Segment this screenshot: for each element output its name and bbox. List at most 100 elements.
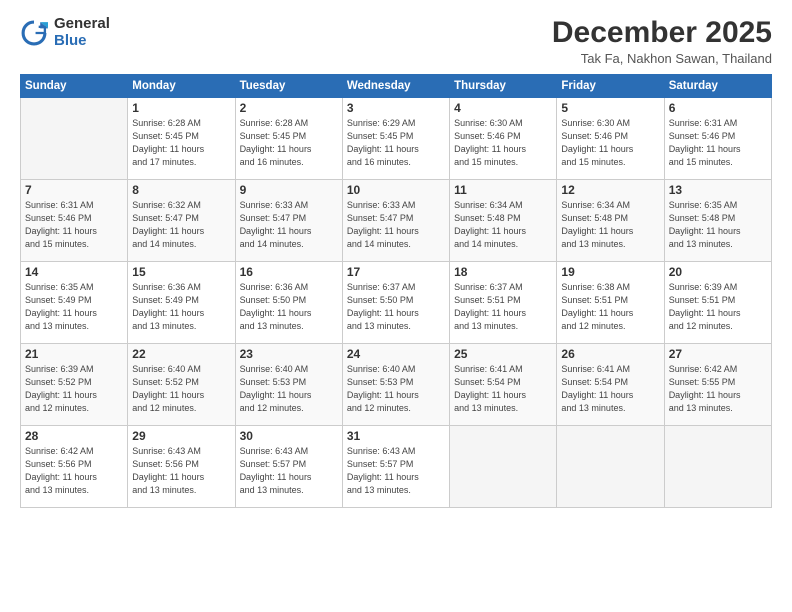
weekday-header-saturday: Saturday [664,75,771,98]
calendar-cell: 12 Sunrise: 6:34 AMSunset: 5:48 PMDayligh… [557,180,664,262]
calendar-cell: 19 Sunrise: 6:38 AMSunset: 5:51 PMDayligh… [557,262,664,344]
subtitle: Tak Fa, Nakhon Sawan, Thailand [552,51,772,66]
day-number: 7 [25,183,123,197]
calendar-cell: 26Sunrise: 6:41 AMSunset: 5:54 PMDayligh… [557,344,664,426]
day-number: 8 [132,183,230,197]
calendar-cell: 31 Sunrise: 6:43 AMSunset: 5:57 PMDayligh… [342,426,449,508]
day-detail: Sunrise: 6:34 AMSunset: 5:48 PMDaylight:… [561,199,659,251]
calendar-cell: 25 Sunrise: 6:41 AMSunset: 5:54 PMDayligh… [450,344,557,426]
calendar-cell: 6Sunrise: 6:31 AMSunset: 5:46 PMDaylight… [664,98,771,180]
day-detail: Sunrise: 6:40 AMSunset: 5:53 PMDaylight:… [347,363,445,415]
day-number: 15 [132,265,230,279]
day-detail: Sunrise: 6:35 AMSunset: 5:49 PMDaylight:… [25,281,123,333]
calendar-cell [664,426,771,508]
day-number: 11 [454,183,552,197]
calendar-cell [21,98,128,180]
day-number: 17 [347,265,445,279]
day-number: 2 [240,101,338,115]
day-number: 23 [240,347,338,361]
weekday-header-tuesday: Tuesday [235,75,342,98]
day-number: 1 [132,101,230,115]
day-number: 30 [240,429,338,443]
calendar-cell: 9 Sunrise: 6:33 AMSunset: 5:47 PMDaylight… [235,180,342,262]
day-detail: Sunrise: 6:37 AMSunset: 5:50 PMDaylight:… [347,281,445,333]
calendar-cell: 23 Sunrise: 6:40 AMSunset: 5:53 PMDayligh… [235,344,342,426]
day-number: 20 [669,265,767,279]
weekday-header-sunday: Sunday [21,75,128,98]
day-detail: Sunrise: 6:36 AMSunset: 5:50 PMDaylight:… [240,281,338,333]
weekday-header-wednesday: Wednesday [342,75,449,98]
month-title: December 2025 [552,16,772,49]
title-block: December 2025 Tak Fa, Nakhon Sawan, Thai… [552,16,772,66]
day-detail: Sunrise: 6:28 AMSunset: 5:45 PMDaylight:… [132,117,230,169]
calendar-cell [450,426,557,508]
calendar-cell: 18Sunrise: 6:37 AMSunset: 5:51 PMDayligh… [450,262,557,344]
day-detail: Sunrise: 6:29 AMSunset: 5:45 PMDaylight:… [347,117,445,169]
day-number: 21 [25,347,123,361]
day-detail: Sunrise: 6:31 AMSunset: 5:46 PMDaylight:… [669,117,767,169]
logo-general: General [54,16,110,33]
calendar-week-row: 14 Sunrise: 6:35 AMSunset: 5:49 PMDayligh… [21,262,772,344]
day-number: 29 [132,429,230,443]
weekday-header-friday: Friday [557,75,664,98]
day-detail: Sunrise: 6:38 AMSunset: 5:51 PMDaylight:… [561,281,659,333]
day-number: 10 [347,183,445,197]
day-detail: Sunrise: 6:42 AMSunset: 5:56 PMDaylight:… [25,445,123,497]
day-number: 9 [240,183,338,197]
day-number: 25 [454,347,552,361]
day-number: 22 [132,347,230,361]
calendar-table: SundayMondayTuesdayWednesdayThursdayFrid… [20,74,772,508]
logo-text: General Blue [54,16,110,49]
calendar-cell: 11 Sunrise: 6:34 AMSunset: 5:48 PMDayligh… [450,180,557,262]
day-detail: Sunrise: 6:43 AMSunset: 5:56 PMDaylight:… [132,445,230,497]
calendar-cell: 5Sunrise: 6:30 AMSunset: 5:46 PMDaylight… [557,98,664,180]
day-detail: Sunrise: 6:43 AMSunset: 5:57 PMDaylight:… [347,445,445,497]
day-detail: Sunrise: 6:37 AMSunset: 5:51 PMDaylight:… [454,281,552,333]
calendar-cell: 28 Sunrise: 6:42 AMSunset: 5:56 PMDayligh… [21,426,128,508]
weekday-header-row: SundayMondayTuesdayWednesdayThursdayFrid… [21,75,772,98]
calendar-cell: 15 Sunrise: 6:36 AMSunset: 5:49 PMDayligh… [128,262,235,344]
day-detail: Sunrise: 6:33 AMSunset: 5:47 PMDaylight:… [347,199,445,251]
day-number: 5 [561,101,659,115]
day-number: 3 [347,101,445,115]
calendar-cell: 14 Sunrise: 6:35 AMSunset: 5:49 PMDayligh… [21,262,128,344]
header: General Blue December 2025 Tak Fa, Nakho… [20,16,772,66]
calendar-cell: 22Sunrise: 6:40 AMSunset: 5:52 PMDayligh… [128,344,235,426]
calendar-week-row: 1 Sunrise: 6:28 AMSunset: 5:45 PMDaylight… [21,98,772,180]
day-detail: Sunrise: 6:34 AMSunset: 5:48 PMDaylight:… [454,199,552,251]
day-number: 26 [561,347,659,361]
calendar-cell [557,426,664,508]
calendar-cell: 1 Sunrise: 6:28 AMSunset: 5:45 PMDaylight… [128,98,235,180]
day-detail: Sunrise: 6:36 AMSunset: 5:49 PMDaylight:… [132,281,230,333]
calendar-cell: 27Sunrise: 6:42 AMSunset: 5:55 PMDayligh… [664,344,771,426]
day-detail: Sunrise: 6:33 AMSunset: 5:47 PMDaylight:… [240,199,338,251]
calendar-cell: 8 Sunrise: 6:32 AMSunset: 5:47 PMDaylight… [128,180,235,262]
day-number: 19 [561,265,659,279]
calendar-cell: 3 Sunrise: 6:29 AMSunset: 5:45 PMDaylight… [342,98,449,180]
day-number: 13 [669,183,767,197]
day-detail: Sunrise: 6:43 AMSunset: 5:57 PMDaylight:… [240,445,338,497]
day-number: 4 [454,101,552,115]
calendar-cell: 21 Sunrise: 6:39 AMSunset: 5:52 PMDayligh… [21,344,128,426]
logo-icon [20,19,48,47]
day-detail: Sunrise: 6:32 AMSunset: 5:47 PMDaylight:… [132,199,230,251]
day-detail: Sunrise: 6:41 AMSunset: 5:54 PMDaylight:… [454,363,552,415]
day-number: 14 [25,265,123,279]
calendar-cell: 4 Sunrise: 6:30 AMSunset: 5:46 PMDaylight… [450,98,557,180]
day-detail: Sunrise: 6:28 AMSunset: 5:45 PMDaylight:… [240,117,338,169]
day-number: 31 [347,429,445,443]
day-number: 24 [347,347,445,361]
calendar-cell: 24 Sunrise: 6:40 AMSunset: 5:53 PMDayligh… [342,344,449,426]
calendar-week-row: 21 Sunrise: 6:39 AMSunset: 5:52 PMDayligh… [21,344,772,426]
day-number: 12 [561,183,659,197]
day-detail: Sunrise: 6:30 AMSunset: 5:46 PMDaylight:… [454,117,552,169]
day-detail: Sunrise: 6:35 AMSunset: 5:48 PMDaylight:… [669,199,767,251]
day-detail: Sunrise: 6:39 AMSunset: 5:52 PMDaylight:… [25,363,123,415]
calendar-cell: 30 Sunrise: 6:43 AMSunset: 5:57 PMDayligh… [235,426,342,508]
day-number: 27 [669,347,767,361]
calendar-cell: 10 Sunrise: 6:33 AMSunset: 5:47 PMDayligh… [342,180,449,262]
day-detail: Sunrise: 6:31 AMSunset: 5:46 PMDaylight:… [25,199,123,251]
logo-blue: Blue [54,33,110,50]
day-number: 28 [25,429,123,443]
day-detail: Sunrise: 6:40 AMSunset: 5:53 PMDaylight:… [240,363,338,415]
